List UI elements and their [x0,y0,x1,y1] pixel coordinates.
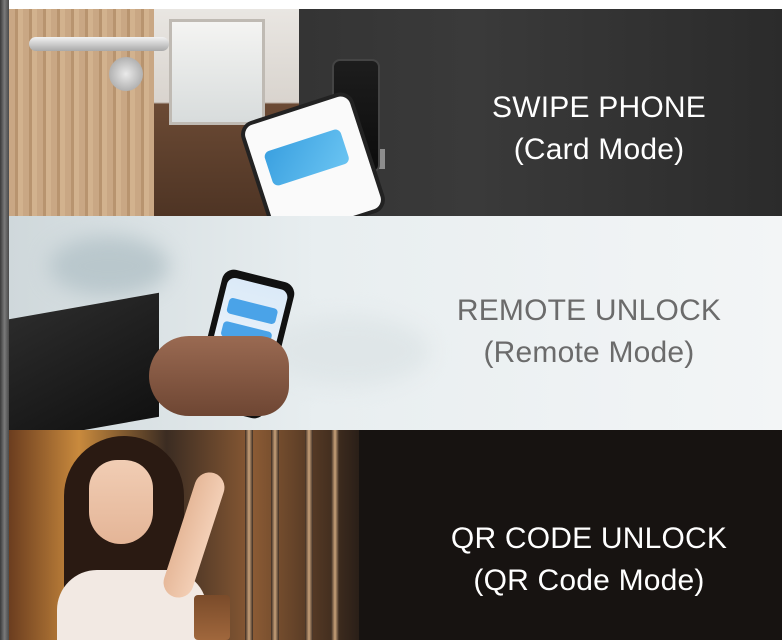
glass-door-bar-image [305,430,313,640]
card-mode-panel: SWIPE PHONE (Card Mode) [9,9,782,216]
window-image [169,19,265,125]
remote-door-row-graphic [226,297,279,325]
woman-face-image [89,460,153,544]
glass-door-bar-image [271,430,279,640]
remote-mode-subtitle: (Remote Mode) [483,336,695,369]
remote-mode-panel: REMOTE UNLOCK (Remote Mode) [9,216,782,430]
glass-door-bar-image [245,430,253,640]
background-blur-shape [49,236,169,296]
unlock-modes-banner: SWIPE PHONE (Card Mode) REMOTE UNLOCK (R… [0,0,782,640]
top-border [0,0,782,9]
remote-mode-caption: REMOTE UNLOCK (Remote Mode) [409,290,769,374]
background-blur-shape [269,316,429,386]
door-handle-image [29,37,169,51]
remote-mode-title: REMOTE UNLOCK [456,294,722,327]
hands-image [149,336,289,416]
coffee-cup-image [194,595,230,640]
qr-mode-panel: QR CODE UNLOCK (QR Code Mode) [9,430,782,640]
door-handle-rose-image [109,57,143,91]
jacket-sleeve-image [9,292,159,430]
left-device-edge [0,0,9,640]
card-mode-caption: SWIPE PHONE (Card Mode) [429,87,769,171]
phone-card-graphic [263,127,351,187]
card-mode-title: SWIPE PHONE [492,91,706,124]
glass-door-bar-image [331,430,339,640]
qr-mode-caption: QR CODE UNLOCK (QR Code Mode) [409,518,769,602]
card-mode-subtitle: (Card Mode) [513,133,685,166]
qr-mode-title: QR CODE UNLOCK [450,522,728,555]
qr-mode-subtitle: (QR Code Mode) [473,564,705,597]
